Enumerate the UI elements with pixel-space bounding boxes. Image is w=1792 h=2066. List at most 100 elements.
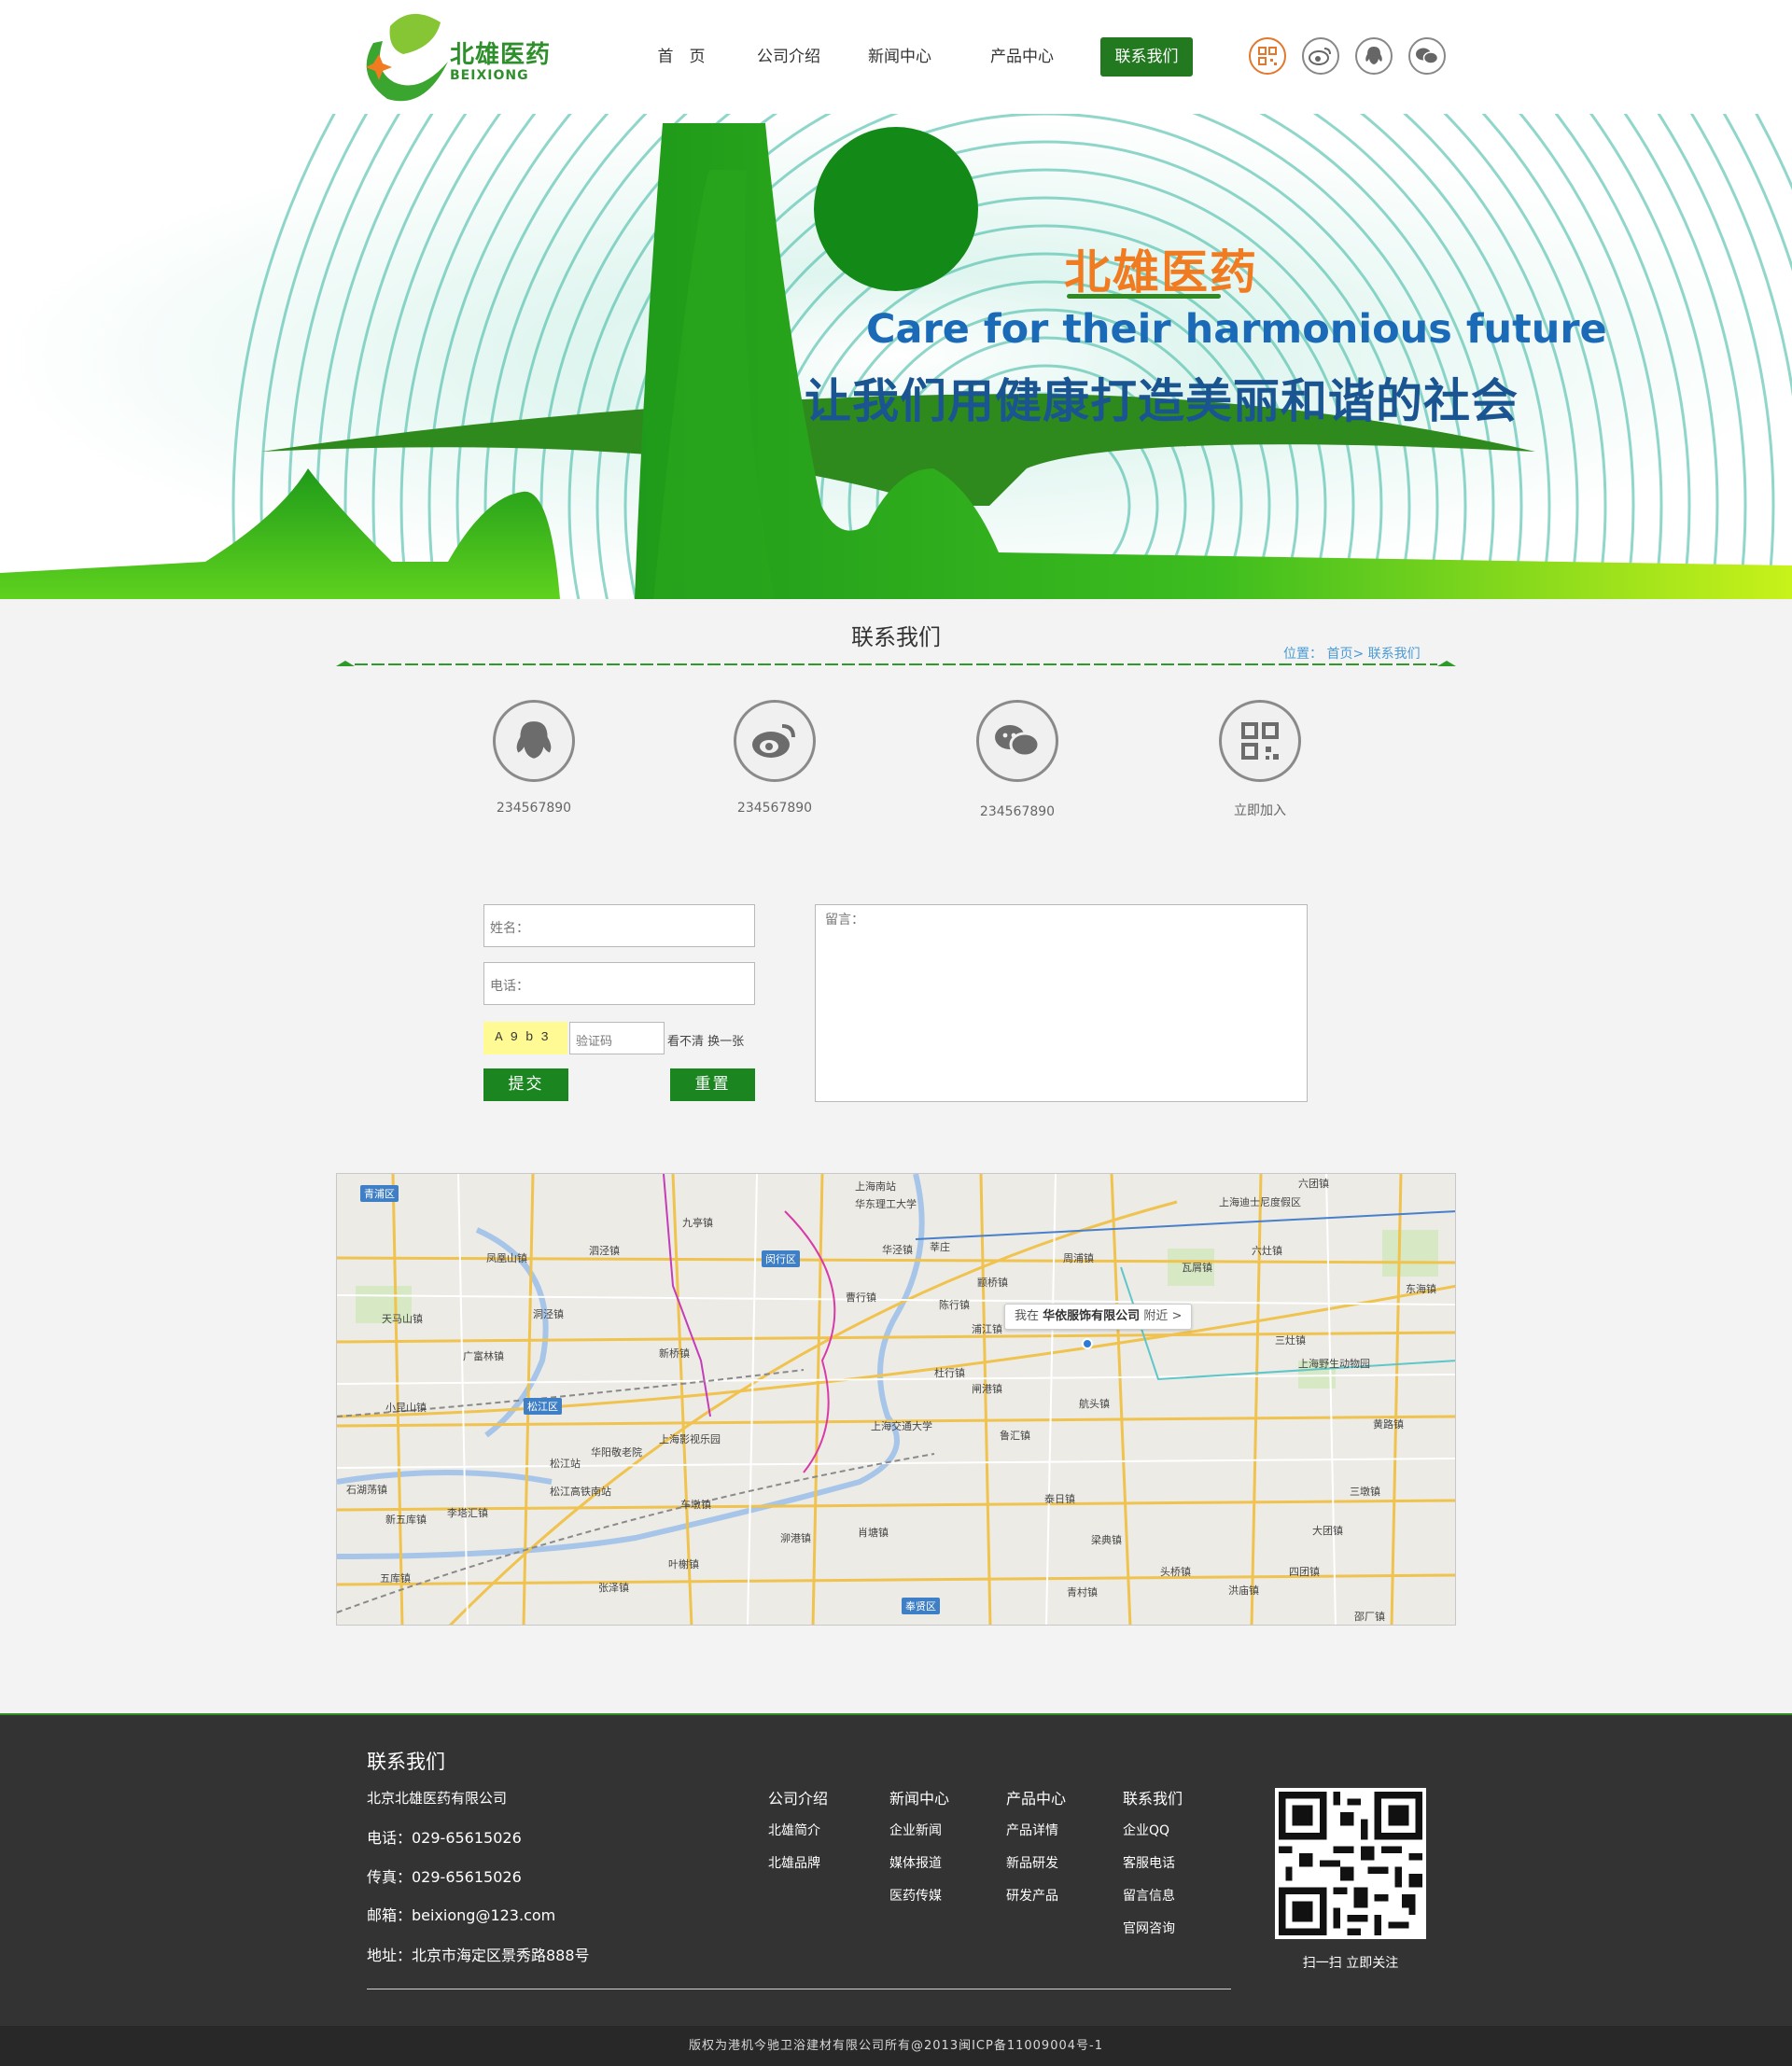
- logo-text[interactable]: 北雄医药 BEIXIONG: [450, 35, 551, 83]
- footer-link[interactable]: 企业QQ: [1123, 1821, 1183, 1839]
- map-label: 六团镇: [1298, 1178, 1329, 1190]
- footer-link[interactable]: 留言信息: [1123, 1886, 1183, 1905]
- captcha-field[interactable]: 验证码: [569, 1022, 665, 1054]
- footer-link[interactable]: 北雄品牌: [768, 1853, 828, 1872]
- map-label: 华阳敬老院: [591, 1446, 642, 1459]
- map-label: 浦江镇: [972, 1323, 1002, 1335]
- map-label: 新桥镇: [659, 1347, 690, 1360]
- section-divider: [336, 661, 1456, 666]
- map-label: 九亭镇: [682, 1217, 713, 1229]
- captcha-image: A9b3: [483, 1022, 567, 1054]
- map-label: 石湖荡镇: [346, 1484, 387, 1496]
- logo-name-en: BEIXIONG: [450, 68, 529, 83]
- qr-code-icon[interactable]: [1219, 700, 1301, 782]
- banner-title-underline: [1067, 294, 1221, 299]
- banner-subtitle: Care for their harmonious future: [866, 306, 1607, 353]
- map-label: 颛桥镇: [977, 1277, 1008, 1289]
- wechat-icon[interactable]: [976, 700, 1058, 782]
- map-label: 鲁汇镇: [1000, 1430, 1030, 1442]
- nav-item-company[interactable]: 公司介绍: [742, 37, 835, 77]
- map-label: 周浦镇: [1063, 1252, 1094, 1264]
- nav-item-products[interactable]: 产品中心: [975, 37, 1069, 77]
- contact-join: 立即加入: [1185, 700, 1335, 819]
- footer-link[interactable]: 北雄简介: [768, 1821, 828, 1839]
- map-label: 梁典镇: [1091, 1534, 1122, 1546]
- map-label: 闸港镇: [972, 1383, 1002, 1395]
- footer: 联系我们 北京北雄医药有限公司 电话：029-65615026 传真：029-6…: [0, 1713, 1792, 2026]
- header: 北雄医药 BEIXIONG 首 页 公司介绍 新闻中心 产品中心 联系我们: [0, 0, 1792, 114]
- footer-column-contact: 联系我们 企业QQ 客服电话 留言信息 官网咨询: [1123, 1786, 1183, 1951]
- page-title: 联系我们: [851, 624, 941, 650]
- submit-button[interactable]: 提交: [483, 1068, 568, 1101]
- map-label: 华泾镇: [882, 1244, 913, 1256]
- contact-weibo-label: 234567890: [736, 801, 813, 816]
- footer-email: 邮箱：beixiong@123.com: [367, 1906, 556, 1924]
- name-field[interactable]: 姓名：: [483, 904, 755, 947]
- map-label: 三灶镇: [1275, 1334, 1306, 1347]
- map-callout-suffix: 附近 >: [1143, 1309, 1183, 1323]
- map-label: 曹行镇: [846, 1291, 876, 1304]
- map-label: 头桥镇: [1160, 1566, 1191, 1578]
- message-field[interactable]: 留言：: [815, 904, 1308, 1102]
- map-district: 青浦区: [360, 1185, 399, 1202]
- footer-link[interactable]: 产品详情: [1006, 1821, 1066, 1839]
- map-label: 肖塘镇: [858, 1527, 889, 1539]
- map-label: 小昆山镇: [385, 1402, 427, 1414]
- weibo-icon[interactable]: [1302, 37, 1339, 75]
- map-label: 新五库镇: [385, 1514, 427, 1526]
- map-pin-icon[interactable]: [1082, 1338, 1093, 1349]
- map-label: 天马山镇: [382, 1313, 423, 1325]
- footer-address: 地址：北京市海定区景秀路888号: [367, 1947, 590, 1964]
- contact-wechat-label: 234567890: [979, 804, 1056, 819]
- reset-button[interactable]: 重置: [670, 1068, 755, 1101]
- footer-column-head[interactable]: 产品中心: [1006, 1786, 1066, 1808]
- map-label: 大团镇: [1312, 1525, 1343, 1537]
- map-label: 五库镇: [380, 1572, 411, 1584]
- map-label: 车墩镇: [680, 1499, 711, 1511]
- nav-item-home[interactable]: 首 页: [635, 37, 728, 77]
- map-label: 叶榭镇: [668, 1558, 699, 1570]
- map-district: 松江区: [524, 1398, 562, 1415]
- map-label: 瓦屑镇: [1182, 1262, 1212, 1274]
- map-label: 航头镇: [1079, 1398, 1110, 1410]
- map-label: 松江站: [550, 1458, 581, 1470]
- map-district: 闵行区: [762, 1250, 800, 1267]
- nav-item-contact[interactable]: 联系我们: [1100, 37, 1193, 77]
- qq-icon[interactable]: [1355, 37, 1393, 75]
- map-label: 上海影视乐园: [659, 1433, 721, 1445]
- map-label: 上海交通大学: [871, 1420, 932, 1432]
- wechat-icon[interactable]: [1408, 37, 1446, 75]
- footer-link[interactable]: 官网咨询: [1123, 1919, 1183, 1937]
- footer-link[interactable]: 客服电话: [1123, 1853, 1183, 1872]
- footer-column-head[interactable]: 公司介绍: [768, 1786, 828, 1808]
- map-label: 邵厂镇: [1354, 1611, 1385, 1623]
- footer-link[interactable]: 媒体报道: [889, 1853, 949, 1872]
- map-label: 李塔汇镇: [447, 1507, 488, 1519]
- location-map[interactable]: 青浦区 闵行区 松江区 奉贤区 九亭镇 泗泾镇 凤凰山镇 洞泾镇 广富林镇 小昆…: [336, 1173, 1456, 1626]
- nav-item-news[interactable]: 新闻中心: [853, 37, 946, 77]
- footer-link[interactable]: 研发产品: [1006, 1886, 1066, 1905]
- map-label: 东海镇: [1406, 1283, 1436, 1295]
- map-label: 三墩镇: [1350, 1486, 1380, 1498]
- map-label: 上海野生动物园: [1298, 1358, 1370, 1370]
- breadcrumb[interactable]: 位置： 首页> 联系我们: [1283, 644, 1421, 663]
- contact-join-label: 立即加入: [1234, 803, 1286, 818]
- qr-code-image: [1275, 1788, 1426, 1939]
- footer-fax: 传真：029-65615026: [367, 1868, 522, 1886]
- qr-code-icon[interactable]: [1249, 37, 1286, 75]
- footer-column-head[interactable]: 新闻中心: [889, 1786, 949, 1808]
- footer-link[interactable]: 企业新闻: [889, 1821, 949, 1839]
- footer-column-head[interactable]: 联系我们: [1123, 1786, 1183, 1808]
- footer-link[interactable]: 新品研发: [1006, 1853, 1066, 1872]
- footer-link[interactable]: 医药传媒: [889, 1886, 949, 1905]
- map-label: 张泽镇: [598, 1582, 629, 1594]
- map-label: 广富林镇: [463, 1350, 504, 1362]
- phone-field[interactable]: 电话：: [483, 962, 755, 1005]
- map-label: 凤凰山镇: [486, 1252, 527, 1264]
- qq-icon[interactable]: [493, 700, 575, 782]
- map-callout-company: 华依服饰有限公司: [1043, 1309, 1141, 1323]
- captcha-refresh-link[interactable]: 看不清 换一张: [667, 1031, 744, 1049]
- weibo-icon[interactable]: [734, 700, 816, 782]
- map-location-callout[interactable]: 我在 华依服饰有限公司 附近 >: [1004, 1304, 1193, 1330]
- map-label: 上海南站: [855, 1180, 896, 1193]
